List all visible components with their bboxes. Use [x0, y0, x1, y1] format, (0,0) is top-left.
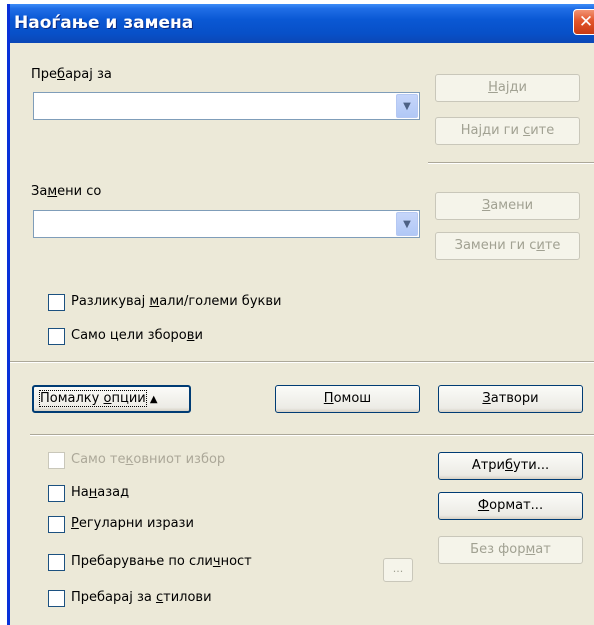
match-case-checkbox[interactable] — [48, 294, 65, 311]
whole-words-checkbox[interactable] — [48, 328, 65, 345]
find-replace-dialog: Наоѓање и замена ✕ Пребарај за ▼ Најди Н… — [7, 4, 594, 625]
regex-checkbox[interactable] — [48, 516, 65, 533]
close-icon: ✕ — [578, 12, 594, 32]
similarity-checkbox[interactable] — [48, 554, 65, 571]
separator — [10, 361, 594, 363]
similarity-options-button[interactable]: ... — [383, 558, 413, 582]
separator — [30, 434, 594, 436]
replace-dropdown-button[interactable]: ▼ — [396, 212, 418, 236]
replace-button[interactable]: Замени — [435, 192, 580, 220]
whole-words-label: Само цели зборови — [71, 328, 203, 343]
regex-label: Регуларни изрази — [71, 516, 194, 531]
search-dropdown-button[interactable]: ▼ — [396, 94, 418, 118]
no-format-button[interactable]: Без формат — [438, 536, 583, 564]
backwards-checkbox[interactable] — [48, 485, 65, 502]
close-window-button[interactable]: ✕ — [573, 9, 594, 35]
separator — [428, 162, 594, 164]
styles-checkbox[interactable] — [48, 590, 65, 607]
chevron-down-icon: ▼ — [403, 218, 411, 230]
chevron-down-icon: ▼ — [403, 100, 411, 112]
styles-label: Пребарај за стилови — [71, 590, 212, 605]
attributes-button[interactable]: Атрибути... — [438, 452, 583, 480]
title-bar[interactable]: Наоѓање и замена ✕ — [10, 4, 594, 43]
find-button[interactable]: Најди — [435, 74, 580, 102]
replace-label: Замени со — [31, 184, 102, 199]
replace-all-button[interactable]: Замени ги сите — [435, 232, 580, 260]
fewer-options-button[interactable]: Помалку опции ▲ — [32, 385, 191, 413]
find-all-button[interactable]: Најди ги сите — [435, 117, 580, 145]
replace-combobox[interactable]: ▼ — [33, 210, 420, 238]
search-combobox[interactable]: ▼ — [33, 92, 420, 120]
format-button[interactable]: Формат... — [438, 492, 583, 520]
similarity-label: Пребарување по сличност — [71, 554, 252, 569]
help-button[interactable]: Помош — [275, 385, 420, 413]
current-selection-label: Само тековниот избор — [71, 452, 226, 467]
match-case-label: Разликувај мали/големи букви — [71, 294, 282, 309]
backwards-label: Наназад — [71, 485, 130, 500]
dialog-title: Наоѓање и замена — [14, 13, 194, 33]
close-button[interactable]: Затвори — [438, 385, 583, 413]
search-label: Пребарај за — [31, 67, 112, 82]
current-selection-checkbox[interactable] — [48, 452, 65, 469]
double-up-arrow-icon: ▲ — [149, 394, 158, 405]
